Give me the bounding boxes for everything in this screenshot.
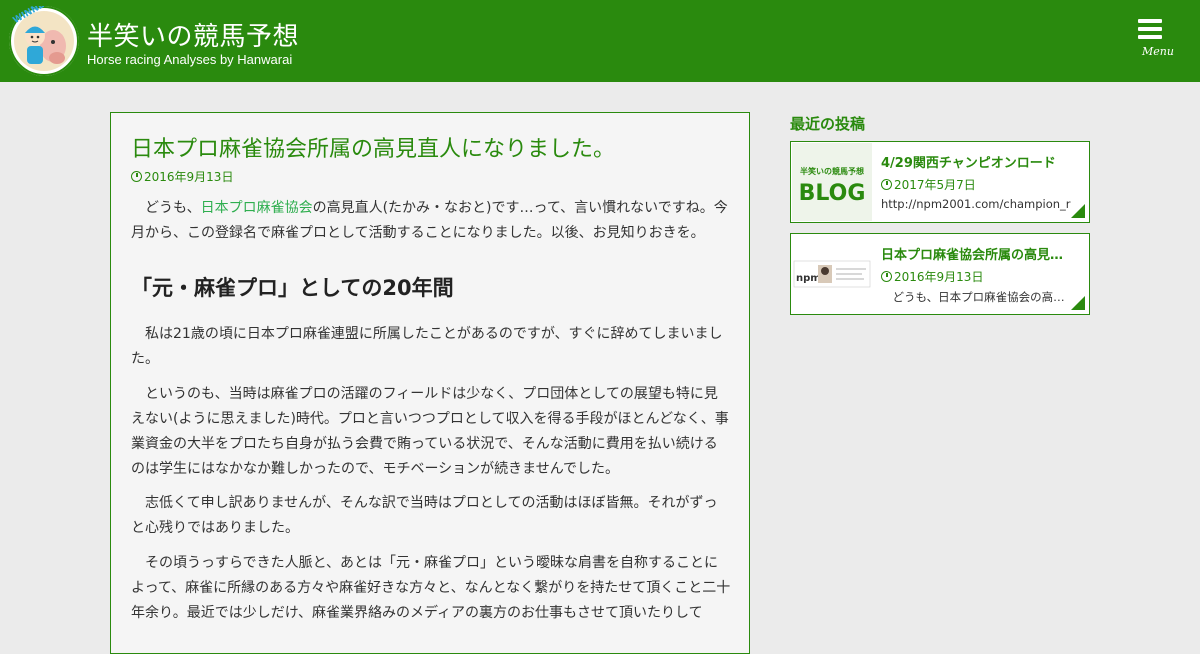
post-date-text: 2016年9月13日 [894,270,984,284]
svg-text:半笑いの競馬予想: 半笑いの競馬予想 [800,166,864,176]
post-excerpt: http://npm2001.com/champion_r [881,197,1071,211]
article-paragraph: 志低くて申し訳ありませんが、そんな訳で当時はプロとしての活動はほぼ皆無。それがず… [131,495,718,536]
post-thumbnail: 半笑いの競馬予想 BLOG [792,143,872,221]
recent-post-card[interactable]: npm 日本プロ麻雀協会所属の高見直人 2016年9月13日 どうも、日本プロ麻… [790,233,1090,315]
post-date-text: 2017年5月7日 [894,178,976,192]
mascot-logo-icon: WINNER [9,6,79,76]
menu-button[interactable]: Menu [1130,14,1180,64]
corner-triangle-icon [1071,296,1085,310]
intro-text-start: どうも、 [145,200,201,216]
post-date: 2017年5月7日 [881,176,976,193]
article-date-text: 2016年9月13日 [144,170,234,184]
post-excerpt: どうも、日本プロ麻雀協会の高見直人 [881,290,1071,304]
svg-text:BLOG: BLOG [799,181,866,206]
site-tagline: Horse racing Analyses by Hanwarai [87,52,293,67]
recent-post-card[interactable]: 半笑いの競馬予想 BLOG 4/29関西チャンピオンロード 2017年5月7日 … [790,141,1090,223]
post-date: 2016年9月13日 [881,268,983,285]
post-thumbnail: npm [792,235,872,313]
article-intro: どうも、日本プロ麻雀協会の高見直人(たかみ・なおと)です…って、言い慣れないです… [131,196,731,246]
post-title: 4/29関西チャンピオンロード [881,156,1056,171]
post-title: 日本プロ麻雀協会所属の高見直人 [881,248,1071,263]
site-header: WINNER 半笑いの競馬予想 Horse racing Analyses by… [0,0,1200,82]
site-title[interactable]: 半笑いの競馬予想 [87,20,299,54]
site-logo[interactable]: WINNER [9,6,79,76]
article-paragraph: 私は21歳の頃に日本プロ麻雀連盟に所属したことがあるのですが、すぐに辞めてしまい… [131,326,723,367]
clock-icon [131,171,142,182]
clock-icon [881,179,892,190]
npm-link[interactable]: 日本プロ麻雀協会 [201,200,313,216]
article-title: 日本プロ麻雀協会所属の高見直人になりました。 [131,137,616,162]
article-date: 2016年9月13日 [131,168,233,185]
corner-triangle-icon [1071,204,1085,218]
article-heading: 「元・麻雀プロ」としての20年間 [131,276,454,300]
clock-icon [881,271,892,282]
sidebar-heading: 最近の投稿 [790,115,866,133]
article: 日本プロ麻雀協会所属の高見直人になりました。 2016年9月13日 どうも、日本… [110,112,750,654]
article-paragraph: その頃うっすらできた人脈と、あとは「元・麻雀プロ」という曖昧な肩書を自称すること… [131,555,731,621]
menu-label: Menu [1142,45,1174,58]
article-paragraph: というのも、当時は麻雀プロの活躍のフィールドは少なく、プロ団体としての展望も特に… [131,386,729,477]
svg-text:npm: npm [796,273,821,284]
